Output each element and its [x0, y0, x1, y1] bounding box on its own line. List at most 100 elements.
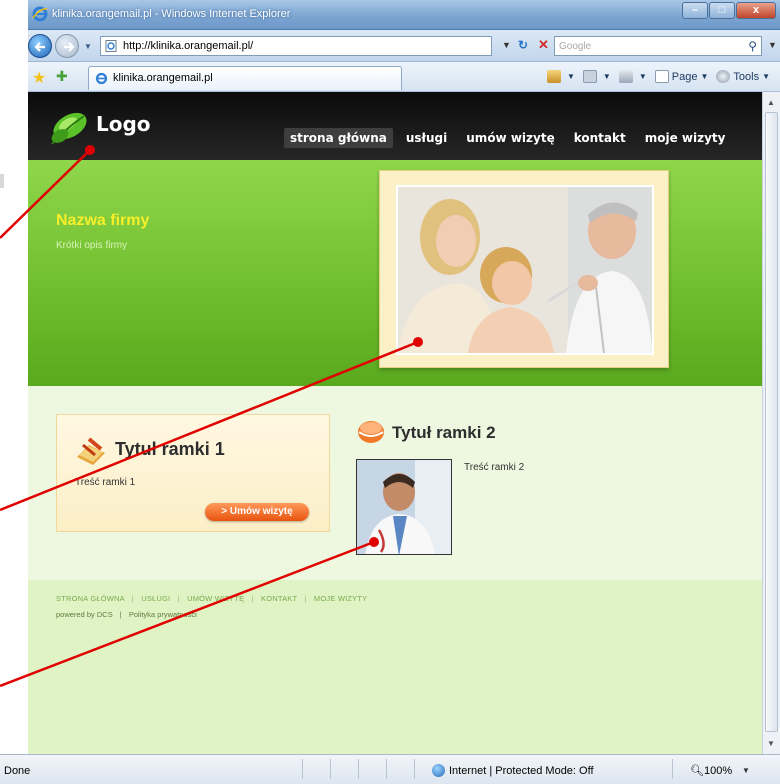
footer-separator: |	[119, 610, 122, 619]
status-divider	[358, 759, 359, 779]
logo-text: Logo	[96, 112, 151, 136]
footer-link-contact[interactable]: KONTAKT	[261, 594, 297, 603]
print-button[interactable]: ▼	[618, 70, 647, 83]
status-divider	[386, 759, 387, 779]
nav-item-home[interactable]: strona główna	[284, 128, 393, 148]
url-dropdown-icon[interactable]: ▼	[502, 40, 511, 50]
tab-bar: ★ ✚ klinika.orangemail.pl ▼ ▼ ▼ Page ▼ T…	[28, 62, 780, 92]
page-viewport: Logo strona główna usługi umów wizytę ko…	[28, 92, 762, 754]
status-bar: Done Internet | Protected Mode: Off 🔍︎10…	[0, 754, 780, 784]
company-tagline: Krótki opis firmy	[56, 240, 128, 251]
book-visit-button[interactable]: > Umów wizytę	[205, 503, 309, 521]
orange-sphere-icon	[358, 421, 384, 443]
nav-item-book-visit[interactable]: umów wizytę	[460, 128, 560, 148]
command-bar: ▼ ▼ ▼ Page ▼ Tools ▼	[539, 70, 770, 83]
gear-icon	[716, 70, 731, 83]
nav-item-my-visits[interactable]: moje wizyty	[639, 128, 732, 148]
box-1-text: Treść ramki 1	[75, 477, 136, 488]
security-zone-label: Internet | Protected Mode: Off	[449, 764, 594, 777]
footer-separator: |	[177, 594, 180, 603]
status-divider	[330, 759, 331, 779]
ie-window: klinika.orangemail.pl - Windows Internet…	[0, 0, 780, 784]
arrow-right-icon	[64, 42, 75, 52]
nav-item-services[interactable]: usługi	[400, 128, 453, 148]
scroll-down-icon[interactable]: ▼	[767, 739, 775, 748]
footer-credits: powered by DCS | Polityka prywatności	[56, 610, 197, 619]
doctor-photo	[356, 459, 452, 555]
title-bar: klinika.orangemail.pl - Windows Internet…	[28, 0, 780, 30]
add-favorite-icon[interactable]: ✚	[56, 68, 68, 85]
status-text: Done	[4, 765, 31, 777]
hero-photo-frame	[379, 170, 669, 368]
security-zone[interactable]: Internet | Protected Mode: Off	[432, 764, 594, 777]
arrow-left-icon	[34, 42, 45, 52]
address-field[interactable]	[100, 36, 492, 56]
stop-icon[interactable]: ✕	[538, 37, 549, 53]
ie-page-icon	[95, 72, 108, 85]
site-header: Logo strona główna usługi umów wizytę ko…	[28, 92, 762, 160]
minimize-button[interactable]: –	[682, 2, 708, 19]
box-2-title: Tytuł ramki 2	[392, 423, 496, 442]
family-doctor-photo	[398, 187, 652, 353]
forward-button[interactable]	[55, 34, 79, 58]
footer-separator: |	[251, 594, 254, 603]
status-divider	[672, 759, 673, 779]
footer-separator: |	[131, 594, 134, 603]
scroll-up-icon[interactable]: ▲	[767, 98, 775, 107]
feeds-button[interactable]: ▼	[582, 70, 611, 83]
clipboard-pencil-icon	[77, 437, 105, 465]
footer-link-my-visits[interactable]: MOJE WIZYTY	[314, 594, 367, 603]
search-icon[interactable]: ⚲	[748, 39, 757, 53]
tab-label: klinika.orangemail.pl	[113, 72, 213, 84]
site-logo[interactable]: Logo	[46, 106, 186, 152]
address-toolbar: ▼ ▼ ↻ ✕ ⚲ ▼	[28, 30, 780, 62]
footer-link-services[interactable]: USŁUGI	[141, 594, 170, 603]
tab-current[interactable]: klinika.orangemail.pl	[88, 66, 402, 90]
window-title: klinika.orangemail.pl - Windows Internet…	[52, 8, 291, 20]
leaf-logo-icon	[51, 112, 87, 145]
globe-icon	[432, 764, 445, 777]
home-button[interactable]: ▼	[547, 70, 575, 83]
status-divider	[414, 759, 415, 779]
vertical-scrollbar[interactable]: ▲ ▼	[762, 92, 780, 754]
tools-menu-label: Tools	[733, 70, 760, 83]
footer-separator: |	[304, 594, 307, 603]
history-dropdown-icon[interactable]: ▼	[84, 42, 92, 51]
footer-links: STRONA GŁÓWNA | USŁUGI | UMÓW WIZYTĘ | K…	[56, 594, 367, 603]
maximize-button[interactable]: □	[709, 2, 735, 19]
refresh-icon[interactable]: ↻	[518, 38, 528, 52]
main-navigation: strona główna usługi umów wizytę kontakt…	[284, 128, 738, 148]
edge-marker	[0, 174, 4, 188]
zoom-level[interactable]: 🔍︎100%	[690, 764, 732, 777]
nav-item-contact[interactable]: kontakt	[568, 128, 632, 148]
box-2-text: Treść ramki 2	[464, 462, 525, 473]
footer-link-book-visit[interactable]: UMÓW WIZYTĘ	[187, 594, 244, 603]
ie-logo-icon	[32, 6, 48, 22]
url-input[interactable]	[123, 38, 463, 54]
box-1-title: Tytuł ramki 1	[115, 439, 225, 459]
privacy-policy-link[interactable]: Polityka prywatności	[129, 610, 197, 619]
doctor-portrait	[357, 460, 451, 554]
site-footer: STRONA GŁÓWNA | USŁUGI | UMÓW WIZYTĘ | K…	[28, 580, 762, 754]
powered-by-text: powered by DCS	[56, 610, 113, 619]
feeds-icon	[582, 70, 597, 83]
page-menu[interactable]: Page ▼	[654, 70, 708, 83]
page-icon	[105, 40, 117, 52]
status-divider	[302, 759, 303, 779]
hero-photo	[396, 185, 654, 355]
search-box[interactable]: ⚲	[554, 36, 762, 56]
search-options-icon[interactable]: ▼	[768, 40, 777, 50]
favorites-star-icon[interactable]: ★	[32, 68, 46, 88]
footer-link-home[interactable]: STRONA GŁÓWNA	[56, 594, 124, 603]
scroll-thumb[interactable]	[765, 112, 778, 732]
back-button[interactable]	[28, 34, 52, 58]
company-name: Nazwa firmy	[56, 212, 150, 229]
zoom-dropdown-icon[interactable]: ▼	[742, 766, 750, 775]
page-menu-label: Page	[671, 70, 698, 83]
tools-menu[interactable]: Tools ▼	[716, 70, 770, 83]
search-input[interactable]	[559, 39, 729, 54]
zoom-value: 100%	[703, 765, 733, 777]
content-box-1: Tytuł ramki 1 Treść ramki 1 > Umów wizyt…	[56, 414, 330, 532]
page-menu-icon	[654, 70, 669, 83]
close-button[interactable]: x	[736, 2, 776, 19]
